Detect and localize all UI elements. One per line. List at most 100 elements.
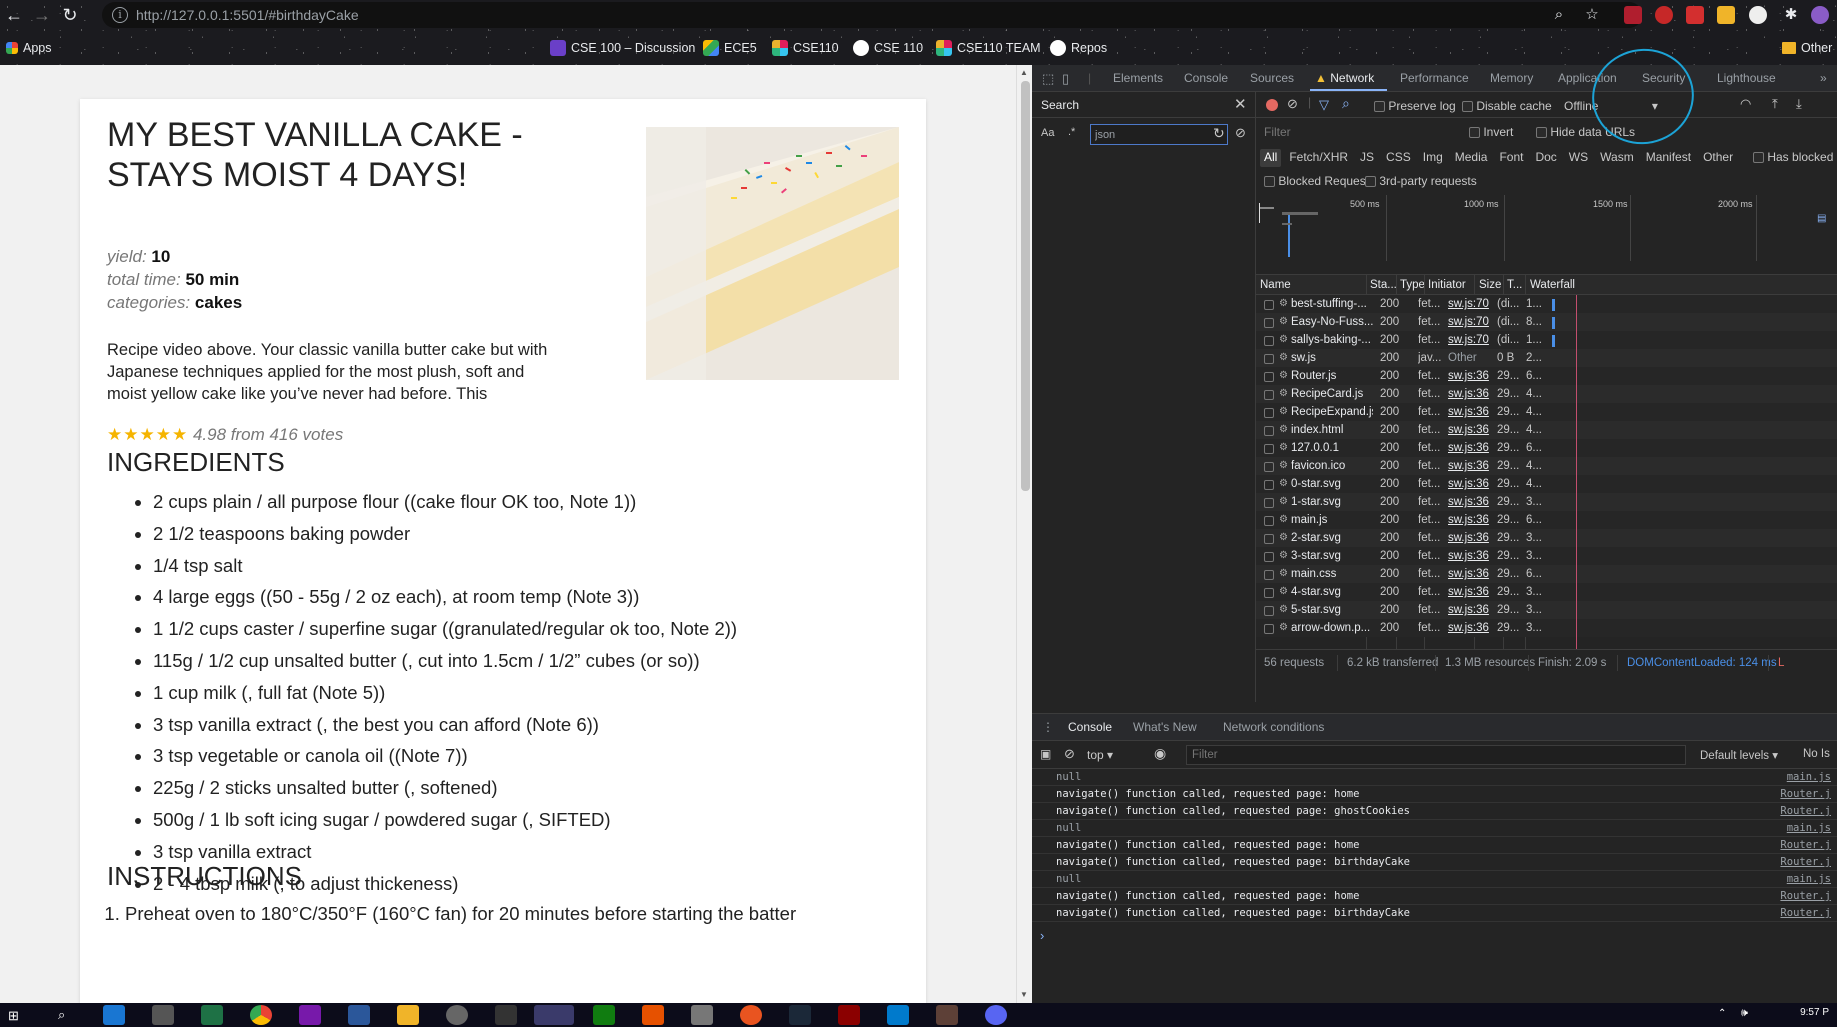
- type-filter-button[interactable]: Font: [1495, 149, 1527, 167]
- console-source-link[interactable]: Router.j: [1780, 890, 1831, 902]
- console-source-link[interactable]: Router.j: [1780, 856, 1831, 868]
- checkbox[interactable]: [1753, 152, 1764, 164]
- row-checkbox[interactable]: [1264, 606, 1274, 616]
- drawer-tab-whats-new[interactable]: What's New: [1133, 720, 1197, 734]
- steam-icon[interactable]: [789, 1005, 811, 1025]
- request-initiator[interactable]: sw.js:36: [1448, 406, 1490, 418]
- console-source-link[interactable]: Router.j: [1780, 805, 1831, 817]
- request-initiator[interactable]: sw.js:36: [1448, 604, 1490, 616]
- column-time[interactable]: T...: [1507, 279, 1522, 291]
- request-initiator[interactable]: sw.js:70: [1448, 316, 1490, 328]
- request-row[interactable]: ⚙ RecipeExpand.js 200 fet... sw.js:36 29... 4.…: [1256, 403, 1837, 421]
- filter-icon[interactable]: ▽: [1319, 97, 1329, 113]
- request-initiator[interactable]: sw.js:36: [1448, 496, 1490, 508]
- bookmark-cse-110[interactable]: CSE 110: [853, 39, 923, 57]
- row-checkbox[interactable]: [1264, 588, 1274, 598]
- reload-icon[interactable]: ↻: [58, 4, 82, 26]
- url-text[interactable]: http://127.0.0.1:5501/#birthdayCake: [136, 7, 359, 23]
- app-icon[interactable]: [495, 1005, 517, 1025]
- context-select[interactable]: top ▾: [1087, 748, 1113, 762]
- search-icon[interactable]: ⌕: [1342, 95, 1350, 112]
- request-row[interactable]: ⚙ index.html 200 fet... sw.js:36 29... 4...: [1256, 421, 1837, 439]
- bookmark-cse110[interactable]: CSE110: [772, 39, 839, 57]
- site-info-icon[interactable]: i: [112, 7, 128, 23]
- app-icon[interactable]: [642, 1005, 664, 1025]
- xbox-icon[interactable]: [593, 1005, 615, 1025]
- row-checkbox[interactable]: [1264, 570, 1274, 580]
- tab-lighthouse[interactable]: Lighthouse: [1717, 71, 1776, 85]
- tab-console[interactable]: Console: [1184, 71, 1228, 85]
- app-icon[interactable]: [152, 1005, 174, 1025]
- type-filter-button[interactable]: Img: [1419, 149, 1447, 167]
- clear-search-icon[interactable]: ⊘: [1235, 125, 1246, 141]
- word-icon[interactable]: [348, 1005, 370, 1025]
- request-initiator[interactable]: sw.js:36: [1448, 622, 1490, 634]
- checkbox[interactable]: [1264, 176, 1275, 188]
- third-party-checkbox[interactable]: 3rd-party requests: [1365, 174, 1477, 188]
- console-source-link[interactable]: main.js: [1787, 822, 1831, 834]
- type-filter-button[interactable]: WS: [1565, 149, 1592, 167]
- console-source-link[interactable]: Router.j: [1780, 839, 1831, 851]
- type-filter-button[interactable]: CSS: [1382, 149, 1415, 167]
- regex-button[interactable]: .*: [1068, 126, 1075, 138]
- type-filter-button[interactable]: Media: [1451, 149, 1492, 167]
- request-row[interactable]: ⚙ Easy-No-Fuss... 200 fet... sw.js:70 (di... 8…: [1256, 313, 1837, 331]
- bookmark-star-icon[interactable]: ☆: [1583, 6, 1601, 24]
- device-toolbar-icon[interactable]: ▯: [1062, 71, 1069, 87]
- taskbar-clock[interactable]: 9:57 P: [1800, 1007, 1829, 1018]
- sidebar-toggle-icon[interactable]: ▣: [1040, 747, 1051, 761]
- excel-icon[interactable]: [201, 1005, 223, 1025]
- request-row[interactable]: ⚙ 4-star.svg 200 fet... sw.js:36 29... 3...: [1256, 583, 1837, 601]
- timeline-overview[interactable]: 500 ms 1000 ms 1500 ms 2000 ms ▤: [1256, 195, 1837, 275]
- type-filter-button[interactable]: Fetch/XHR: [1285, 149, 1352, 167]
- bookmark-other[interactable]: Other: [1782, 39, 1832, 57]
- type-filter-button[interactable]: Manifest: [1642, 149, 1695, 167]
- search-input[interactable]: [1090, 124, 1228, 145]
- close-search-icon[interactable]: ✕: [1234, 95, 1247, 113]
- column-size[interactable]: Size: [1479, 279, 1501, 291]
- onenote-icon[interactable]: [299, 1005, 321, 1025]
- row-checkbox[interactable]: [1264, 426, 1274, 436]
- request-initiator[interactable]: sw.js:36: [1448, 532, 1490, 544]
- extension-icon[interactable]: [1717, 6, 1735, 24]
- type-filter-button[interactable]: Other: [1699, 149, 1737, 167]
- request-row[interactable]: ⚙ 3-star.svg 200 fet... sw.js:36 29... 3...: [1256, 547, 1837, 565]
- has-blocked-cookies-checkbox[interactable]: Has blocked cookies: [1753, 150, 1837, 164]
- request-row[interactable]: ⚙ sallys-baking-... 200 fet... sw.js:70 (di..…: [1256, 331, 1837, 349]
- row-checkbox[interactable]: [1264, 480, 1274, 490]
- address-bar[interactable]: i http://127.0.0.1:5501/#birthdayCake: [102, 2, 1642, 28]
- column-type[interactable]: Type: [1400, 279, 1425, 291]
- row-checkbox[interactable]: [1264, 498, 1274, 508]
- forward-icon[interactable]: →: [30, 4, 54, 26]
- live-expression-eye-icon[interactable]: ◉: [1154, 745, 1166, 762]
- tab-security[interactable]: Security: [1642, 71, 1685, 85]
- request-row[interactable]: ⚙ 1-star.svg 200 fet... sw.js:36 29... 3...: [1256, 493, 1837, 511]
- back-icon[interactable]: ←: [2, 4, 26, 26]
- tray-chevron-icon[interactable]: ⌃: [1718, 1008, 1726, 1019]
- row-checkbox[interactable]: [1264, 534, 1274, 544]
- request-row[interactable]: ⚙ main.css 200 fet... sw.js:36 29... 6...: [1256, 565, 1837, 583]
- console-source-link[interactable]: Router.j: [1780, 907, 1831, 919]
- tab-elements[interactable]: Elements: [1113, 71, 1163, 85]
- throttling-select[interactable]: Offline ▾: [1564, 99, 1658, 113]
- app-icon[interactable]: [838, 1005, 860, 1025]
- console-source-link[interactable]: Router.j: [1780, 788, 1831, 800]
- page-scrollbar[interactable]: ▲ ▼: [1016, 65, 1032, 1003]
- tab-performance[interactable]: Performance: [1400, 71, 1469, 85]
- drawer-tab-network-conditions[interactable]: Network conditions: [1223, 720, 1324, 734]
- ublock-extension-icon[interactable]: [1624, 6, 1642, 24]
- column-initiator[interactable]: Initiator: [1428, 279, 1466, 291]
- disable-cache-checkbox[interactable]: Disable cache: [1462, 99, 1552, 113]
- export-har-icon[interactable]: ⤓: [1796, 96, 1802, 112]
- more-tabs-icon[interactable]: »: [1820, 71, 1827, 85]
- preserve-log-checkbox[interactable]: Preserve log: [1374, 99, 1456, 113]
- taskbar-search-icon[interactable]: ⌕: [58, 1007, 65, 1023]
- row-checkbox[interactable]: [1264, 390, 1274, 400]
- console-source-link[interactable]: main.js: [1787, 771, 1831, 783]
- tab-network[interactable]: ▲ Network: [1315, 71, 1374, 85]
- row-checkbox[interactable]: [1264, 408, 1274, 418]
- match-case-button[interactable]: Aa: [1041, 127, 1054, 139]
- ubuntu-icon[interactable]: [740, 1005, 762, 1025]
- clear-icon[interactable]: ⊘: [1287, 96, 1298, 112]
- filter-input[interactable]: Filter: [1264, 125, 1291, 139]
